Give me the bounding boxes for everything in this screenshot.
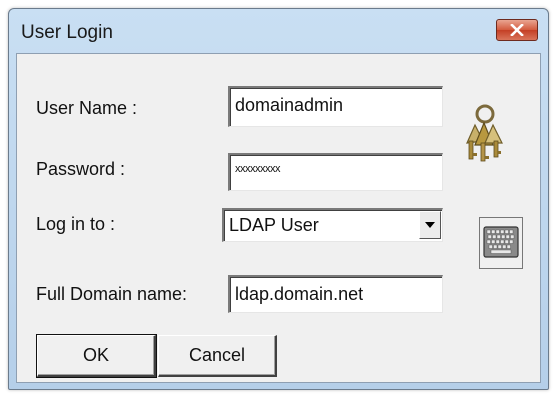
login-to-dropdown[interactable]: LDAP User xyxy=(222,208,443,242)
user-name-label: User Name : xyxy=(36,98,138,118)
close-button[interactable] xyxy=(496,19,538,41)
cancel-button[interactable]: Cancel xyxy=(158,335,277,377)
user-name-input[interactable]: domainadmin xyxy=(228,86,443,127)
login-to-label: Log in to : xyxy=(36,214,116,234)
title-bar[interactable]: User Login xyxy=(9,9,548,53)
full-domain-input[interactable]: ldap.domain.net xyxy=(228,275,443,313)
dropdown-arrow-button[interactable] xyxy=(419,211,441,239)
close-icon xyxy=(510,24,524,36)
cancel-button-label: Cancel xyxy=(188,345,246,365)
ok-button-label: OK xyxy=(82,345,109,365)
full-domain-label: Full Domain name: xyxy=(36,284,188,304)
keyboard-icon[interactable] xyxy=(479,217,523,269)
password-label: Password : xyxy=(36,159,126,179)
login-to-selected: LDAP User xyxy=(229,215,319,235)
dialog-body: User Name : domainadmin Password : xxxxx… xyxy=(16,53,541,383)
login-dialog: User Login User Name : domainadmin Passw… xyxy=(8,8,549,390)
ok-button[interactable]: OK xyxy=(36,334,157,378)
window-title: User Login xyxy=(21,22,113,43)
keys-icon xyxy=(466,104,503,162)
chevron-down-icon xyxy=(425,222,435,228)
password-input[interactable]: xxxxxxxxx xyxy=(228,153,443,191)
